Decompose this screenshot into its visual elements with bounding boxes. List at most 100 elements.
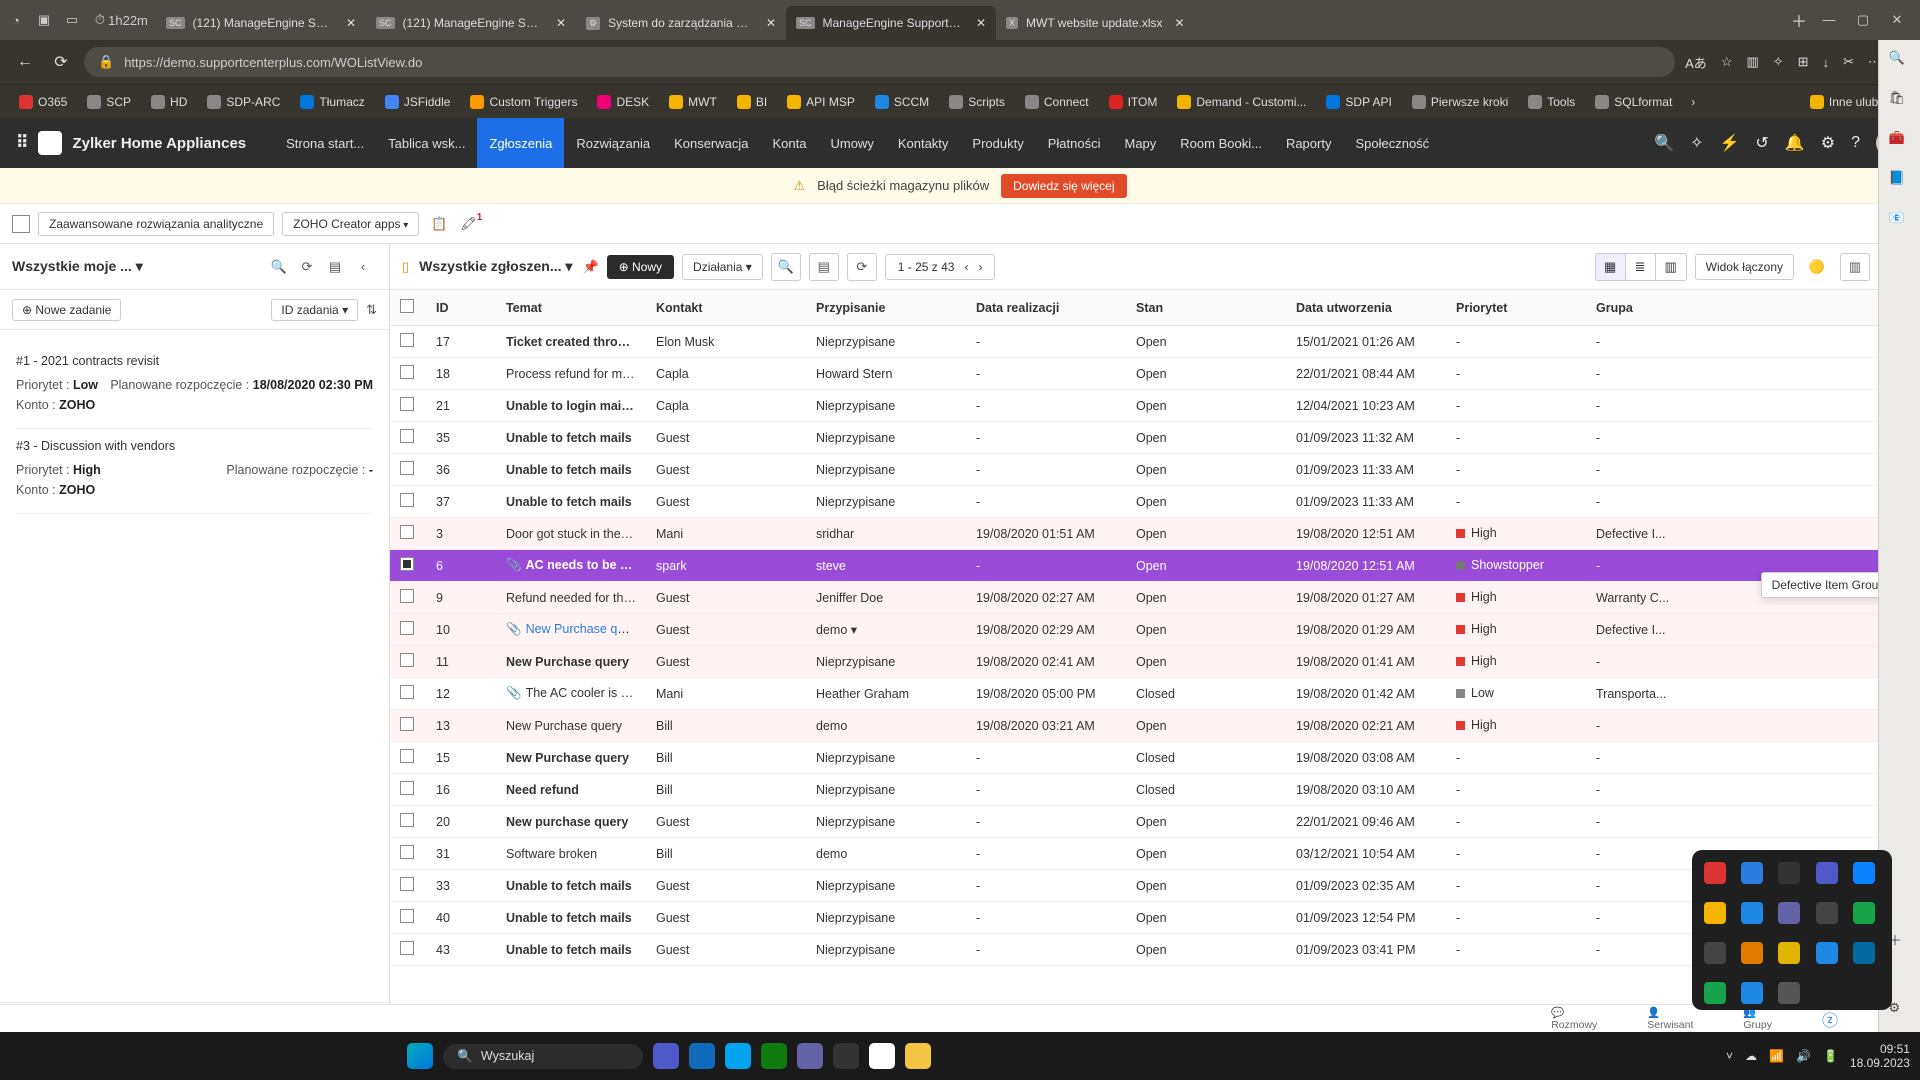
list-search-icon[interactable]: 🔍 — [771, 253, 801, 281]
table-row[interactable]: 43Unable to fetch mailsGuestNieprzypisan… — [390, 934, 1920, 966]
nav-item[interactable]: Tablica wsk... — [376, 118, 477, 168]
tray-icon[interactable] — [1704, 982, 1726, 1004]
nav-item[interactable]: Umowy — [818, 118, 885, 168]
table-row[interactable]: 35Unable to fetch mailsGuestNieprzypisan… — [390, 422, 1920, 454]
taskbar-app[interactable] — [833, 1043, 859, 1069]
back-button[interactable]: ← — [12, 53, 38, 71]
edge-settings-icon[interactable]: ⚙ — [1889, 1000, 1911, 1022]
task-item[interactable]: #1 - 2021 contracts revisitPriorytet : L… — [16, 344, 373, 429]
nav-item[interactable]: Konserwacja — [662, 118, 760, 168]
table-row[interactable]: 20New purchase queryGuestNieprzypisane-O… — [390, 806, 1920, 838]
analytics-chip[interactable]: Zaawansowane rozwiązania analityczne — [38, 212, 274, 236]
extensions-icon[interactable]: ⊞ — [1798, 54, 1809, 70]
taskbar-app[interactable] — [689, 1043, 715, 1069]
column-header[interactable]: Kontakt — [646, 301, 806, 315]
edge-tools-icon[interactable]: 🧰 — [1889, 130, 1911, 152]
split-icon[interactable]: ▥ — [1746, 54, 1758, 70]
read-aloud-icon[interactable]: Aあ — [1685, 53, 1707, 72]
tray-icon[interactable] — [1741, 982, 1763, 1004]
row-checkbox[interactable] — [400, 813, 414, 827]
tray-battery-icon[interactable]: 🔋 — [1823, 1049, 1838, 1063]
table-row[interactable]: 3Door got stuck in the re...Manisridhar1… — [390, 518, 1920, 550]
row-checkbox[interactable] — [400, 717, 414, 731]
color-icon[interactable]: 🟡 — [1802, 253, 1832, 281]
nav-item[interactable]: Raporty — [1274, 118, 1344, 168]
tab-close-icon[interactable]: ✕ — [1175, 16, 1185, 30]
browser-tab[interactable]: SC(121) ManageEngine SupportCe...✕ — [366, 6, 576, 40]
column-header[interactable]: Przypisanie — [806, 301, 966, 315]
row-checkbox[interactable] — [400, 461, 414, 475]
footer-tech[interactable]: 👤Serwisant — [1647, 1006, 1693, 1031]
nav-item[interactable]: Kontakty — [886, 118, 961, 168]
tray-icon[interactable] — [1816, 862, 1838, 884]
bookmark-item[interactable]: SQLformat — [1588, 92, 1679, 112]
report-icon[interactable] — [12, 215, 30, 233]
tray-icon[interactable] — [1778, 902, 1800, 924]
toggl-icon[interactable]: ⏱ — [92, 12, 108, 28]
tray-icon[interactable] — [1853, 942, 1875, 964]
tray-icon[interactable] — [1704, 902, 1726, 924]
footer-chats[interactable]: 💬Rozmowy — [1551, 1006, 1597, 1031]
bookmark-item[interactable]: JSFiddle — [378, 92, 458, 112]
close-button[interactable]: ✕ — [1882, 12, 1912, 28]
search-icon[interactable]: 🔍 — [1654, 133, 1674, 153]
tray-icon[interactable] — [1704, 942, 1726, 964]
view-list[interactable]: ≣ — [1626, 254, 1656, 280]
joined-view-btn[interactable]: Widok łączony — [1695, 254, 1794, 280]
nav-item[interactable]: Mapy — [1112, 118, 1168, 168]
bookmark-item[interactable]: Connect — [1018, 92, 1096, 112]
table-row[interactable]: 33Unable to fetch mailsGuestNieprzypisan… — [390, 870, 1920, 902]
bookmark-item[interactable]: Tłumacz — [293, 92, 371, 112]
row-checkbox[interactable] — [400, 557, 414, 571]
downloads-icon[interactable]: ↓ — [1823, 55, 1830, 70]
taskbar-search[interactable]: 🔍 Wyszukaj — [443, 1044, 643, 1069]
column-header[interactable]: Data realizacji — [966, 301, 1126, 315]
refresh-button[interactable]: ⟳ — [48, 52, 74, 72]
side-search-icon[interactable]: 🔍 — [265, 259, 293, 275]
column-header[interactable]: Grupa — [1586, 301, 1696, 315]
view-grid[interactable]: ▦ — [1596, 254, 1626, 280]
list-view-dd[interactable]: Wszystkie zgłoszen... ▾ — [419, 258, 572, 275]
row-checkbox[interactable] — [400, 365, 414, 379]
column-header[interactable]: Temat — [496, 301, 646, 315]
row-checkbox[interactable] — [400, 589, 414, 603]
sort-field-dd[interactable]: ID zadania ▾ — [271, 299, 358, 321]
bookmark-item[interactable]: Pierwsze kroki — [1405, 92, 1515, 112]
nav-item[interactable]: Płatności — [1036, 118, 1113, 168]
range-prev[interactable]: ‹ — [964, 260, 968, 274]
row-checkbox[interactable] — [400, 877, 414, 891]
edge-outlook-icon[interactable]: 📧 — [1889, 210, 1911, 232]
column-header[interactable] — [390, 299, 426, 316]
list-columns-icon[interactable]: ▤ — [809, 253, 839, 281]
taskbar-clock[interactable]: 09:51 18.09.2023 — [1850, 1042, 1910, 1071]
side-view-dd[interactable]: Wszystkie moje ... ▾ — [12, 258, 265, 275]
workspaces-icon[interactable]: ▣ — [36, 12, 52, 28]
tab-close-icon[interactable]: ✕ — [976, 16, 986, 30]
bolt-icon[interactable]: ⚡ — [1720, 133, 1740, 153]
edge-office-icon[interactable]: 📘 — [1889, 170, 1911, 192]
new-tab-button[interactable]: ＋ — [1784, 8, 1814, 32]
tray-icon[interactable] — [1853, 862, 1875, 884]
row-checkbox[interactable] — [400, 845, 414, 859]
new-button[interactable]: ⊕ Nowy — [607, 255, 674, 279]
address-box[interactable]: 🔒 https://demo.supportcenterplus.com/WOL… — [84, 47, 1675, 77]
row-checkbox[interactable] — [400, 781, 414, 795]
bookmark-item[interactable]: BI — [730, 92, 774, 112]
bookmark-item[interactable]: MWT — [662, 92, 724, 112]
favorite-icon[interactable]: ☆ — [1721, 54, 1733, 70]
tray-icon[interactable] — [1778, 862, 1800, 884]
apps-icon[interactable]: ⠿ — [16, 133, 28, 153]
table-row[interactable]: 12📎The AC cooler is not ...ManiHeather G… — [390, 678, 1920, 710]
collections-icon[interactable]: ✧ — [1773, 54, 1784, 70]
bookmark-item[interactable]: API MSP — [780, 92, 862, 112]
tray-icon[interactable] — [1778, 942, 1800, 964]
maximize-button[interactable]: ▢ — [1848, 12, 1878, 28]
tab-close-icon[interactable]: ✕ — [766, 16, 776, 30]
table-row[interactable]: 6📎AC needs to be mou...sparksteve-Open19… — [390, 550, 1920, 582]
nav-item[interactable]: Konta — [761, 118, 819, 168]
minimize-button[interactable]: — — [1814, 12, 1844, 28]
row-checkbox[interactable] — [400, 685, 414, 699]
clipboard-icon[interactable]: 📋 — [427, 212, 451, 236]
bookmark-item[interactable]: SCP — [80, 92, 138, 112]
profile-icon[interactable]: ◔ — [8, 12, 24, 28]
